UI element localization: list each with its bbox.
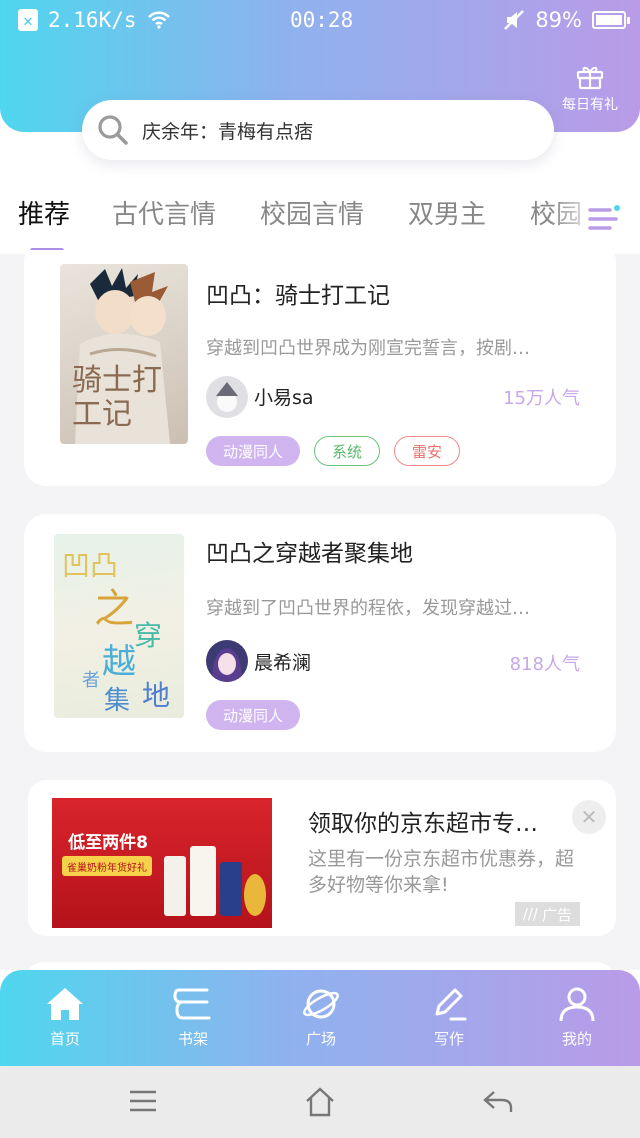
book-feed: 骑士打工记 凹凸：骑士打工记 穿越到凹凸世界成为刚宣完誓言，按剧… 小易sa 1…	[0, 254, 640, 970]
active-tab-indicator	[30, 248, 64, 250]
book-card[interactable]: 凹凸 之 穿 越 者 集 地 凹凸之穿越者聚集地 穿越到了凹凸世界的程依，发现穿…	[24, 514, 616, 752]
cover-title: 骑士打工记	[72, 363, 162, 432]
bottom-navigation: 首页 书架 广场 写作 我的	[0, 970, 640, 1066]
book-cover: 凹凸 之 穿 越 者 集 地	[54, 534, 184, 718]
book-card[interactable]	[24, 962, 616, 970]
tab-campus-romance[interactable]: 校园言情	[260, 194, 364, 231]
author-name: 小易sa	[254, 387, 314, 409]
ad-close-button[interactable]: ✕	[572, 800, 606, 834]
book-title: 凹凸：骑士打工记	[206, 283, 390, 309]
ad-title: 领取你的京东超市专…	[308, 811, 538, 837]
notification-close-icon: ✕	[18, 9, 38, 31]
ad-card[interactable]: 低至两件8折 雀巢奶粉年货好礼 领取你的京东超市专… 这里有一份京东超市优惠券，…	[28, 780, 616, 936]
book-title: 凹凸之穿越者聚集地	[206, 541, 413, 567]
search-bar[interactable]: 庆余年：青梅有点痞	[82, 100, 554, 160]
ad-description: 这里有一份京东超市优惠券，超多好物等你来拿!	[308, 848, 575, 896]
battery-percent: 89%	[535, 8, 582, 32]
book-card[interactable]: 骑士打工记 凹凸：骑士打工记 穿越到凹凸世界成为刚宣完誓言，按剧… 小易sa 1…	[24, 254, 616, 486]
pen-icon	[435, 988, 467, 1021]
nav-home-label: 首页	[49, 1030, 80, 1048]
menu-icon[interactable]	[128, 1086, 158, 1116]
system-navigation-bar	[0, 1066, 640, 1138]
nav-me-label: 我的	[561, 1030, 592, 1048]
ad-badge-label: 广告	[541, 905, 572, 924]
daily-gift-button[interactable]: 每日有礼	[558, 64, 622, 114]
search-suggestion: 庆余年：青梅有点痞	[142, 120, 314, 143]
tab-ancient-romance[interactable]: 古代言情	[112, 194, 216, 231]
ad-image-sub: 雀巢奶粉年货好礼	[62, 856, 152, 876]
tag[interactable]: 系统	[314, 436, 380, 466]
tab-bl[interactable]: 双男主	[408, 194, 486, 231]
popularity: 818人气	[509, 654, 580, 675]
popularity: 15万人气	[503, 388, 580, 409]
bookshelf-icon	[173, 988, 211, 1020]
home-button-icon[interactable]	[304, 1086, 336, 1118]
nav-square[interactable]: 广场	[276, 986, 366, 1049]
author-avatar	[206, 640, 248, 682]
wifi-icon	[147, 11, 170, 29]
nav-write-label: 写作	[433, 1030, 464, 1048]
user-icon	[559, 987, 595, 1022]
nav-bookshelf[interactable]: 书架	[148, 986, 238, 1049]
planet-icon	[303, 989, 339, 1019]
nav-write[interactable]: 写作	[404, 986, 494, 1049]
nav-bookshelf-label: 书架	[177, 1030, 208, 1048]
book-description: 穿越到了凹凸世界的程依，发现穿越过…	[206, 598, 530, 619]
home-icon	[47, 988, 83, 1020]
tag[interactable]: 动漫同人	[206, 436, 300, 466]
battery-icon	[592, 11, 630, 29]
cover-title-art: 凹凸 之 穿 越 者 集 地	[62, 549, 171, 716]
network-speed: 2.16K/s	[48, 8, 137, 32]
ad-image: 低至两件8折 雀巢奶粉年货好礼	[52, 798, 272, 928]
gift-label: 每日有礼	[562, 97, 618, 113]
mute-icon	[504, 10, 525, 30]
author-avatar	[206, 376, 248, 418]
status-bar: ✕ 2.16K/s 00:28 89%	[0, 0, 640, 44]
back-icon[interactable]	[482, 1086, 514, 1118]
tab-recommend[interactable]: 推荐	[18, 194, 70, 231]
search-icon	[98, 115, 128, 145]
book-description: 穿越到凹凸世界成为刚宣完誓言，按剧…	[206, 338, 530, 359]
nav-square-label: 广场	[305, 1030, 336, 1048]
book-cover: 骑士打工记	[60, 264, 188, 444]
tag[interactable]: 雷安	[394, 436, 460, 466]
gift-icon	[576, 66, 604, 90]
ad-badge: /// 广告	[514, 902, 580, 926]
clock: 00:28	[290, 8, 354, 32]
ad-logo-icon: ///	[522, 905, 538, 923]
author-name: 晨希澜	[254, 652, 312, 674]
nav-me[interactable]: 我的	[532, 986, 622, 1049]
tag[interactable]: 动漫同人	[206, 700, 300, 730]
category-tabs: 推荐 古代言情 校园言情 双男主 校园	[0, 190, 640, 250]
nav-home[interactable]: 首页	[20, 986, 110, 1049]
category-menu-icon[interactable]	[586, 202, 622, 236]
